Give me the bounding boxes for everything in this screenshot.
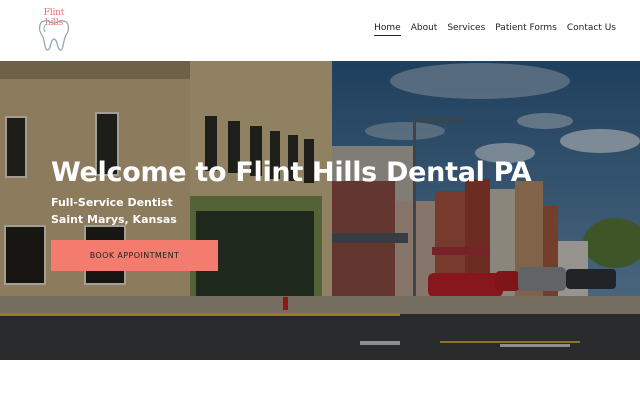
site-header: Flint hills Home About Services Patient … — [0, 0, 640, 61]
tooth-icon — [38, 20, 70, 51]
content-area — [0, 360, 640, 400]
nav-link-services[interactable]: Services — [447, 23, 485, 36]
hero-section: Welcome to Flint Hills Dental PA Full-Se… — [0, 61, 640, 360]
hero-subtitle-service: Full-Service Dentist — [51, 196, 173, 209]
main-nav: Home About Services Patient Forms Contac… — [374, 23, 616, 36]
nav-link-about[interactable]: About — [411, 23, 438, 36]
nav-link-home[interactable]: Home — [374, 23, 401, 36]
hero-subtitle-location: Saint Marys, Kansas — [51, 213, 177, 226]
logo[interactable]: Flint hills — [34, 7, 74, 53]
hero-overlay — [0, 61, 640, 360]
nav-link-patient-forms[interactable]: Patient Forms — [495, 23, 557, 36]
hero-title: Welcome to Flint Hills Dental PA — [51, 157, 532, 188]
nav-link-contact-us[interactable]: Contact Us — [567, 23, 616, 36]
book-appointment-button[interactable]: BOOK APPOINTMENT — [51, 240, 218, 271]
